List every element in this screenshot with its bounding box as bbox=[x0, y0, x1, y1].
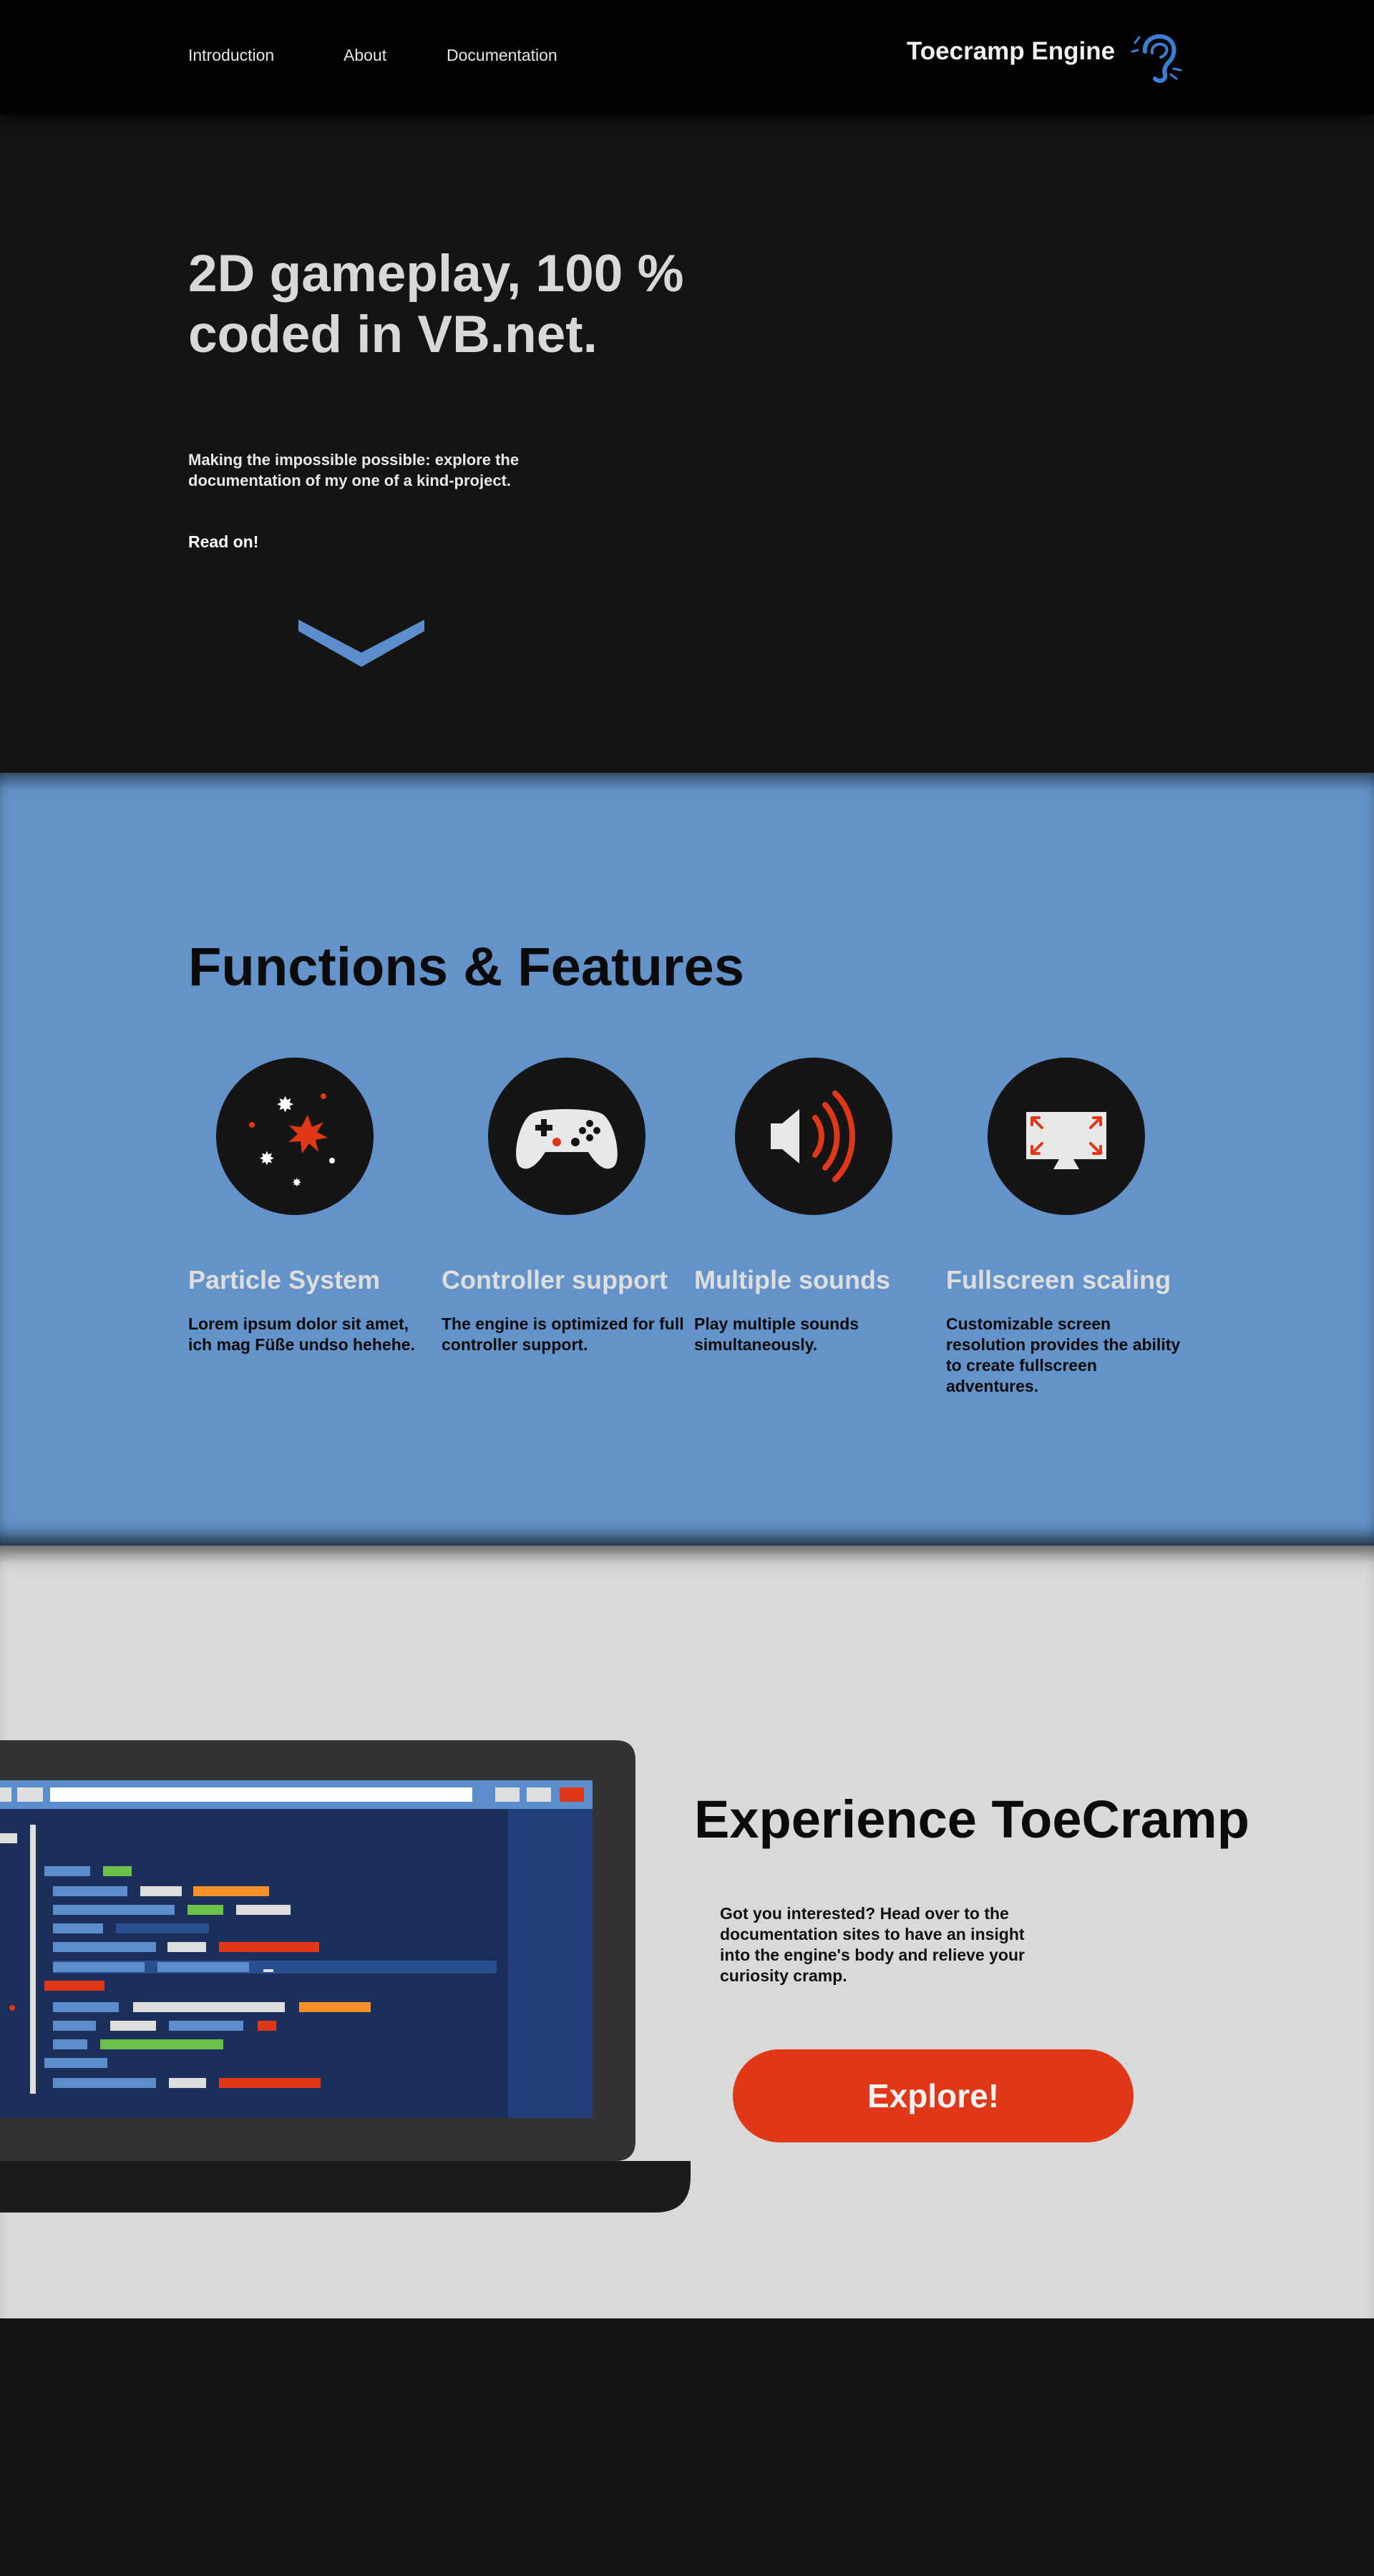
hero-subtitle: Making the impossible possible: explore … bbox=[188, 451, 520, 489]
experience-body: Got you interested? Head over to the doc… bbox=[720, 1904, 1025, 1985]
chevron-down-icon[interactable] bbox=[296, 615, 427, 673]
brand-name[interactable]: Toecramp Engine bbox=[907, 37, 1115, 66]
feature-title-sounds: Multiple sounds bbox=[694, 1265, 890, 1294]
nav-link-introduction[interactable]: Introduction bbox=[188, 46, 274, 65]
feature-icon-badge bbox=[735, 1058, 892, 1215]
hero-section: 2D gameplay, 100 % coded in VB.net. Maki… bbox=[0, 114, 1374, 773]
feature-icon-badge bbox=[988, 1058, 1145, 1215]
feature-desc-fullscreen: Customizable screen resolution provides … bbox=[946, 1314, 1181, 1395]
explore-button[interactable]: Explore! bbox=[733, 2049, 1134, 2142]
fullscreen-monitor-icon bbox=[1026, 1112, 1106, 1169]
features-title: Functions & Features bbox=[188, 937, 744, 997]
laptop-code-editor-illustration bbox=[0, 1740, 691, 2212]
svg-text:✸: ✸ bbox=[276, 1093, 294, 1118]
top-navigation: Introduction About Documentation Toecram… bbox=[0, 0, 1374, 114]
nav-link-about[interactable]: About bbox=[344, 46, 386, 65]
nav-link-documentation[interactable]: Documentation bbox=[447, 46, 557, 65]
gamepad-icon bbox=[516, 1109, 618, 1169]
feature-icon-badge bbox=[488, 1058, 645, 1215]
ear-icon[interactable] bbox=[1129, 30, 1187, 84]
feature-desc-controller: The engine is optimized for full control… bbox=[442, 1314, 684, 1354]
feature-icon-badge: ✸ ✸ ✸ bbox=[216, 1058, 374, 1215]
svg-text:✸: ✸ bbox=[259, 1148, 275, 1170]
feature-desc-sounds: Play multiple sounds simultaneously. bbox=[694, 1314, 859, 1354]
features-section: Functions & Features ✸ ✸ ✸ Particle Syst… bbox=[0, 773, 1374, 1546]
speaker-icon bbox=[771, 1091, 855, 1182]
experience-title: Experience ToeCramp bbox=[694, 1790, 1249, 1849]
feature-title-fullscreen: Fullscreen scaling bbox=[946, 1265, 1171, 1294]
svg-text:✸: ✸ bbox=[292, 1176, 301, 1189]
hero-title: 2D gameplay, 100 % coded in VB.net. bbox=[188, 245, 684, 364]
feature-title-particles: Particle System bbox=[188, 1265, 381, 1294]
feature-title-controller: Controller support bbox=[442, 1265, 668, 1294]
feature-desc-particles: Lorem ipsum dolor sit amet, ich mag Füße… bbox=[188, 1314, 415, 1354]
read-on-link[interactable]: Read on! bbox=[188, 532, 258, 552]
footer-area bbox=[0, 2318, 1374, 2576]
experience-section: Experience ToeCramp Got you interested? … bbox=[0, 1546, 1374, 2318]
particles-icon: ✸ ✸ ✸ bbox=[249, 1093, 335, 1189]
